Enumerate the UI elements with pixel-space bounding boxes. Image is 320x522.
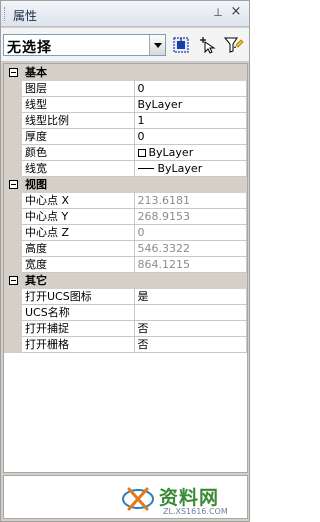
property-row[interactable]: UCS名称 [4, 304, 247, 321]
selection-value: 无选择 [7, 40, 52, 56]
property-label: 宽度 [21, 256, 135, 273]
property-value[interactable]: 否 [133, 320, 247, 337]
property-label: 打开UCS图标 [21, 288, 135, 305]
property-value: ByLayer [157, 161, 203, 175]
watermark-logo-icon [122, 487, 154, 511]
lineweight-swatch-icon [137, 167, 154, 169]
selection-dropdown[interactable]: 无选择 [3, 34, 166, 56]
collapse-icon[interactable] [8, 276, 18, 285]
property-label: 颜色 [21, 144, 135, 161]
pick-add-icon[interactable] [197, 35, 219, 55]
category-label: 视图 [21, 176, 247, 193]
property-row[interactable]: 中心点 Z 0 [4, 224, 247, 241]
category-label: 基本 [21, 64, 247, 81]
property-label: 打开栅格 [21, 336, 135, 353]
watermark-url: ZL.XS1616.COM [163, 507, 228, 516]
category-row[interactable]: 其它 [4, 272, 247, 289]
property-label: 图层 [21, 80, 135, 97]
property-label: UCS名称 [21, 304, 135, 321]
quick-select-filter-icon[interactable] [223, 35, 245, 55]
property-label: 线型 [21, 96, 135, 113]
property-value: 0 [133, 224, 247, 241]
panel-title: 属性 [13, 9, 38, 23]
property-row[interactable]: 中心点 Y 268.9153 [4, 208, 247, 225]
property-label: 线型比例 [21, 112, 135, 129]
property-value: 213.6181 [133, 192, 247, 209]
color-swatch-icon [137, 148, 146, 157]
chevron-down-icon[interactable] [149, 35, 165, 55]
property-label: 中心点 Y [21, 208, 135, 225]
property-row[interactable]: 颜色 ByLayer [4, 144, 247, 161]
property-value[interactable]: 0 [133, 128, 247, 145]
drag-grip[interactable] [4, 7, 7, 21]
property-row[interactable]: 线型比例 1 [4, 112, 247, 129]
property-row[interactable]: 中心点 X 213.6181 [4, 192, 247, 209]
property-row[interactable]: 打开UCS图标 是 [4, 288, 247, 305]
close-icon[interactable]: × [229, 5, 243, 19]
category-label: 其它 [21, 272, 247, 289]
quick-select-icon[interactable] [171, 35, 193, 55]
property-label: 中心点 Z [21, 224, 135, 241]
watermark: 资料网 ZL.XS1616.COM [113, 481, 249, 521]
category-row[interactable]: 视图 [4, 176, 247, 193]
property-row[interactable]: 打开捕捉 否 [4, 320, 247, 337]
property-value[interactable]: ByLayer [133, 96, 247, 113]
watermark-title: 资料网 [159, 487, 220, 509]
property-label: 高度 [21, 240, 135, 257]
property-row[interactable]: 线型 ByLayer [4, 96, 247, 113]
property-row[interactable]: 高度 546.3322 [4, 240, 247, 257]
property-value[interactable]: 否 [133, 336, 247, 353]
collapse-icon[interactable] [8, 180, 18, 189]
pin-icon[interactable]: ⊥ [211, 6, 225, 20]
property-value[interactable]: 1 [133, 112, 247, 129]
property-label: 中心点 X [21, 192, 135, 209]
property-value: 546.3322 [133, 240, 247, 257]
property-grid: 基本 图层 0 线型 ByLayer 线型比例 1 厚度 0 颜色 ByLaye… [3, 63, 248, 473]
collapse-icon[interactable] [8, 68, 18, 77]
property-value[interactable]: 0 [133, 80, 247, 97]
properties-palette: 属性 ⊥ × 无选择 基本 图层 0 线型 ByLayer 线型比例 1 厚度 … [0, 0, 250, 522]
property-label: 线宽 [21, 160, 135, 177]
selection-toolbar: 无选择 [1, 28, 249, 62]
property-row[interactable]: 图层 0 [4, 80, 247, 97]
property-label: 打开捕捉 [21, 320, 135, 337]
category-row[interactable]: 基本 [4, 64, 247, 81]
property-row[interactable]: 线宽 ByLayer [4, 160, 247, 177]
property-value: 268.9153 [133, 208, 247, 225]
property-label: 厚度 [21, 128, 135, 145]
property-value: 864.1215 [133, 256, 247, 273]
property-value: ByLayer [148, 145, 194, 159]
property-row[interactable]: 打开栅格 否 [4, 336, 247, 353]
property-row[interactable]: 宽度 864.1215 [4, 256, 247, 273]
property-row[interactable]: 厚度 0 [4, 128, 247, 145]
property-value[interactable] [133, 304, 247, 321]
property-value[interactable]: 是 [133, 288, 247, 305]
title-bar[interactable]: 属性 ⊥ × [1, 1, 249, 27]
